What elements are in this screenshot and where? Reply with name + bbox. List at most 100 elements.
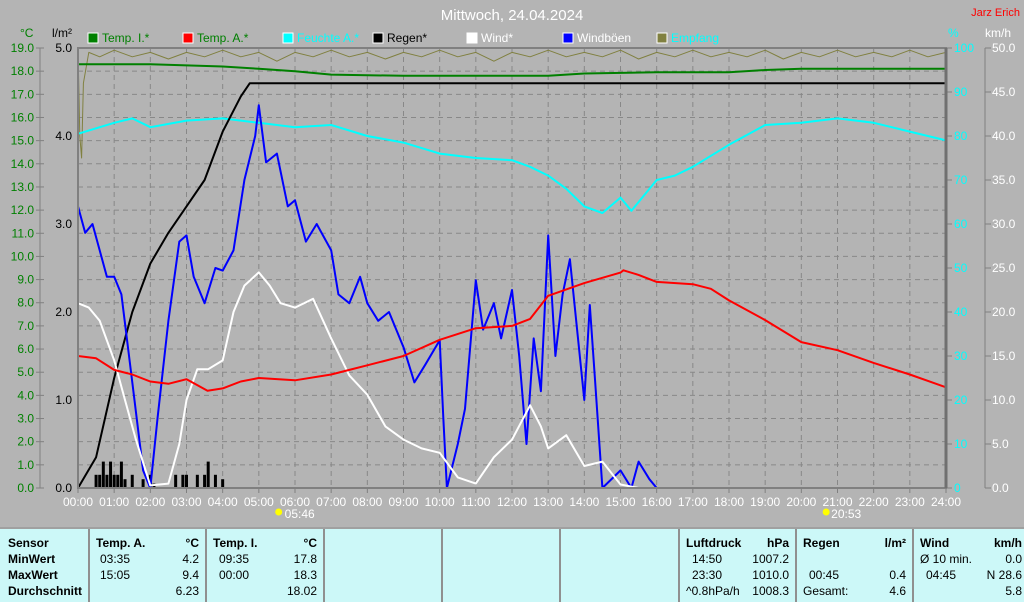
wind-tick-label: 45.0 <box>992 85 1016 99</box>
hum-tick-label: 80 <box>954 129 968 143</box>
temp-tick-label: 16.0 <box>11 110 35 124</box>
empty-column <box>559 529 678 602</box>
temp-tick-label: 0.0 <box>17 481 34 495</box>
temp-tick-label: 19.0 <box>11 41 35 55</box>
pressure-max-time: 23:30 <box>692 568 723 582</box>
statistics-table: Sensor MinWert MaxWert Durchschnitt Temp… <box>0 527 1024 602</box>
hum-tick-label: 20 <box>954 393 968 407</box>
rain-interval-bar <box>130 474 134 488</box>
wind-tick-label: 35.0 <box>992 173 1016 187</box>
temp-tick-label: 17.0 <box>11 87 35 101</box>
temp-tick-label: 15.0 <box>11 134 35 148</box>
pressure-unit: hPa <box>766 536 789 550</box>
pressure-trend: ^0.8hPa/h <box>686 584 740 598</box>
rain-interval-bar <box>94 474 98 488</box>
rain-interval-bar <box>174 474 178 488</box>
x-tick-label: 12:00 <box>497 495 527 509</box>
x-tick-label: 24:00 <box>931 495 961 509</box>
rain-interval-bar <box>221 479 225 488</box>
legend-label: Wind* <box>481 31 513 45</box>
rain-column: Regen l/m² 00:45 0.4 Gesamt: 4.6 <box>795 529 912 602</box>
legend-swatch <box>282 32 294 44</box>
temp-tick-label: 2.0 <box>17 435 34 449</box>
legend-swatch <box>182 32 194 44</box>
temp-tick-label: 4.0 <box>17 388 34 402</box>
legend-swatch <box>562 32 574 44</box>
temp-i-min: 17.8 <box>293 552 317 566</box>
rain-tick-label: 1.0 <box>55 393 72 407</box>
temp-tick-label: 14.0 <box>11 157 35 171</box>
wind-avg10: 0.0 <box>1005 552 1022 566</box>
rain-axis-unit: l/m² <box>52 26 72 40</box>
temp-tick-label: 7.0 <box>17 319 34 333</box>
rain-interval-bar <box>123 479 127 488</box>
hum-tick-label: 90 <box>954 85 968 99</box>
x-tick-label: 07:00 <box>316 495 346 509</box>
weather-chart: Mittwoch, 24.04.2024 Jarz Erich °C l/m² … <box>11 7 1020 521</box>
temp-tick-label: 1.0 <box>17 458 34 472</box>
wind-avg10-label: Ø 10 min. <box>920 552 973 566</box>
legend-swatch <box>656 32 668 44</box>
x-tick-label: 19:00 <box>750 495 780 509</box>
temp-tick-label: 9.0 <box>17 273 34 287</box>
temp-i-min-time: 09:35 <box>219 552 250 566</box>
min-label: MinWert <box>8 552 56 566</box>
legend-label: Empfang <box>671 31 719 45</box>
wind-header: Wind <box>920 536 950 550</box>
wind-tick-label: 20.0 <box>992 305 1016 319</box>
x-tick-label: 03:00 <box>171 495 201 509</box>
rain-interval-bar <box>101 461 105 488</box>
sensor-header: Sensor <box>8 536 49 550</box>
sunrise-time: 05:46 <box>285 507 315 521</box>
hum-tick-label: 0 <box>954 481 961 495</box>
legend-label: Regen* <box>387 31 427 45</box>
rain-interval-bar <box>203 474 207 488</box>
x-tick-label: 04:00 <box>208 495 238 509</box>
hum-axis-unit: % <box>948 26 959 40</box>
rain-total-label: Gesamt: <box>803 584 849 598</box>
rain-max-time: 00:45 <box>809 568 840 582</box>
sunset-icon <box>822 508 830 516</box>
temp-a-min-time: 03:35 <box>100 552 131 566</box>
sunset-time: 20:53 <box>831 507 861 521</box>
wind-tick-label: 50.0 <box>992 41 1016 55</box>
rain-interval-bar <box>206 461 210 488</box>
x-tick-label: 18:00 <box>714 495 744 509</box>
temp-tick-label: 5.0 <box>17 365 34 379</box>
temp-i-max: 18.3 <box>293 568 317 582</box>
temp-tick-label: 10.0 <box>11 249 35 263</box>
sunset-marker: 20:53 <box>822 507 862 521</box>
x-tick-label: 02:00 <box>135 495 165 509</box>
temp-a-column: Temp. A. °C 03:35 4.2 15:05 9.4 6.23 <box>88 529 205 602</box>
x-tick-label: 20:00 <box>786 495 816 509</box>
temp-i-max-time: 00:00 <box>219 568 250 582</box>
chart-title: Mittwoch, 24.04.2024 <box>441 7 584 24</box>
hum-tick-label: 100 <box>954 41 974 55</box>
x-tick-label: 01:00 <box>99 495 129 509</box>
hum-tick-label: 10 <box>954 437 968 451</box>
temp-a-min: 4.2 <box>182 552 199 566</box>
wind-avg: 5.8 <box>1005 584 1022 598</box>
legend-swatch <box>87 32 99 44</box>
sensor-column: Sensor MinWert MaxWert Durchschnitt <box>0 529 88 602</box>
legend-swatch <box>372 32 384 44</box>
x-tick-label: 11:00 <box>461 495 490 509</box>
legend-label: Feuchte A.* <box>297 31 359 45</box>
rain-tick-label: 4.0 <box>55 129 72 143</box>
pressure-header: Luftdruck <box>686 536 742 550</box>
wind-unit: km/h <box>993 536 1022 550</box>
temp-tick-label: 18.0 <box>11 64 35 78</box>
x-tick-label: 05:00 <box>244 495 274 509</box>
rain-tick-label: 0.0 <box>55 481 72 495</box>
wind-tick-label: 5.0 <box>992 437 1009 451</box>
rain-interval-bar <box>109 461 113 488</box>
x-tick-label: 15:00 <box>605 495 635 509</box>
pressure-min: 1007.2 <box>752 552 789 566</box>
hum-tick-label: 70 <box>954 173 968 187</box>
pressure-column: Luftdruck hPa 14:50 1007.2 23:30 1010.0 … <box>678 529 795 602</box>
temp-i-avg: 18.02 <box>286 584 317 598</box>
hum-tick-label: 30 <box>954 349 968 363</box>
wind-tick-label: 40.0 <box>992 129 1016 143</box>
rain-tick-label: 2.0 <box>55 305 72 319</box>
rain-interval-bar <box>141 479 145 488</box>
